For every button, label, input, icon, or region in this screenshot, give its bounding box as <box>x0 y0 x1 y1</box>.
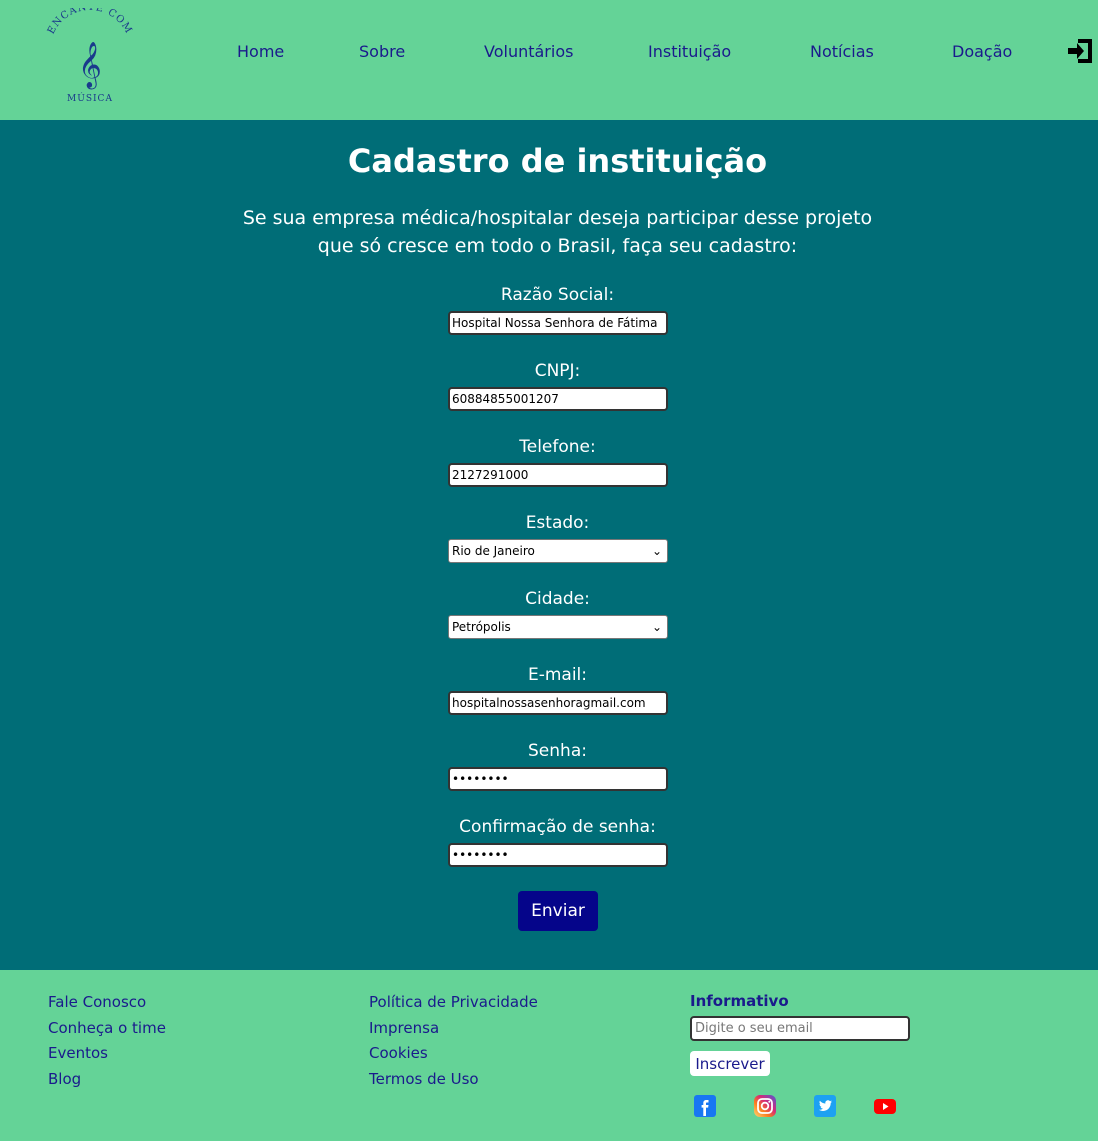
logo-icon[interactable]: ENCANTE COM MÚSICA 𝄞 <box>40 8 140 108</box>
nav-sobre[interactable]: Sobre <box>359 42 405 61</box>
cnpj-input[interactable]: 60884855001207 <box>448 387 668 411</box>
senha-label: Senha: <box>528 741 587 761</box>
estado-label: Estado: <box>525 513 590 533</box>
cnpj-label: CNPJ: <box>534 361 581 381</box>
instagram-icon[interactable] <box>753 1094 777 1118</box>
nav-instituicao[interactable]: Instituição <box>648 42 731 61</box>
logo-bottom-text: MÚSICA <box>67 92 113 104</box>
nav-voluntarios[interactable]: Voluntários <box>484 42 573 61</box>
footer-link-cookies[interactable]: Cookies <box>369 1044 428 1062</box>
footer-link-termos[interactable]: Termos de Uso <box>369 1070 479 1088</box>
twitter-icon[interactable] <box>813 1094 837 1118</box>
confirmacao-senha-label: Confirmação de senha: <box>459 817 656 837</box>
svg-text:ENCANTE COM: ENCANTE COM <box>46 8 134 36</box>
page-title: Cadastro de instituição <box>347 142 768 180</box>
cidade-value: Petrópolis <box>452 620 511 634</box>
submit-button[interactable]: Enviar <box>518 891 598 931</box>
site-header: ENCANTE COM MÚSICA 𝄞 Home Sobre Voluntár… <box>0 0 1098 120</box>
facebook-icon[interactable] <box>693 1094 717 1118</box>
razao-social-input[interactable]: Hospital Nossa Senhora de Fátima <box>448 311 668 335</box>
nav-noticias[interactable]: Notícias <box>810 42 874 61</box>
nav-home[interactable]: Home <box>237 42 284 61</box>
telefone-input[interactable]: 2127291000 <box>448 463 668 487</box>
cidade-select[interactable]: Petrópolis ⌄ <box>448 615 668 639</box>
newsletter-title: Informativo <box>690 992 789 1010</box>
subscribe-button[interactable]: Inscrever <box>690 1051 770 1076</box>
email-input[interactable]: hospitalnossasenhoragmail.com <box>448 691 668 715</box>
registration-section: Cadastro de instituição Se sua empresa m… <box>0 120 1098 970</box>
site-footer: Fale Conosco Conheça o time Eventos Blog… <box>0 970 1098 1141</box>
newsletter-email-input[interactable]: Digite o seu email <box>690 1016 910 1041</box>
logo-top-text: ENCANTE COM <box>46 8 133 36</box>
intro-text: Se sua empresa médica/hospitalar deseja … <box>0 204 1098 260</box>
footer-link-conheca-time[interactable]: Conheça o time <box>48 1019 166 1037</box>
footer-link-imprensa[interactable]: Imprensa <box>369 1019 439 1037</box>
footer-link-fale-conosco[interactable]: Fale Conosco <box>48 993 146 1011</box>
nav-doacao[interactable]: Doação <box>952 42 1012 61</box>
senha-input[interactable]: •••••••• <box>448 767 668 791</box>
cidade-label: Cidade: <box>525 589 590 609</box>
telefone-label: Telefone: <box>519 437 596 457</box>
youtube-icon[interactable] <box>873 1094 897 1118</box>
footer-link-eventos[interactable]: Eventos <box>48 1044 108 1062</box>
intro-line-1: Se sua empresa médica/hospitalar deseja … <box>242 207 873 229</box>
footer-link-blog[interactable]: Blog <box>48 1070 81 1088</box>
confirmacao-senha-input[interactable]: •••••••• <box>448 843 668 867</box>
estado-select[interactable]: Rio de Janeiro ⌄ <box>448 539 668 563</box>
email-label: E-mail: <box>527 665 588 685</box>
chevron-down-icon: ⌄ <box>651 544 662 558</box>
footer-link-privacidade[interactable]: Política de Privacidade <box>369 993 538 1011</box>
chevron-down-icon: ⌄ <box>651 620 662 634</box>
treble-clef-icon: 𝄞 <box>78 42 102 90</box>
razao-social-label: Razão Social: <box>500 285 615 305</box>
intro-line-2: que só cresce em todo o Brasil, faça seu… <box>317 235 798 257</box>
logout-icon[interactable] <box>1066 36 1094 66</box>
estado-value: Rio de Janeiro <box>452 544 535 558</box>
